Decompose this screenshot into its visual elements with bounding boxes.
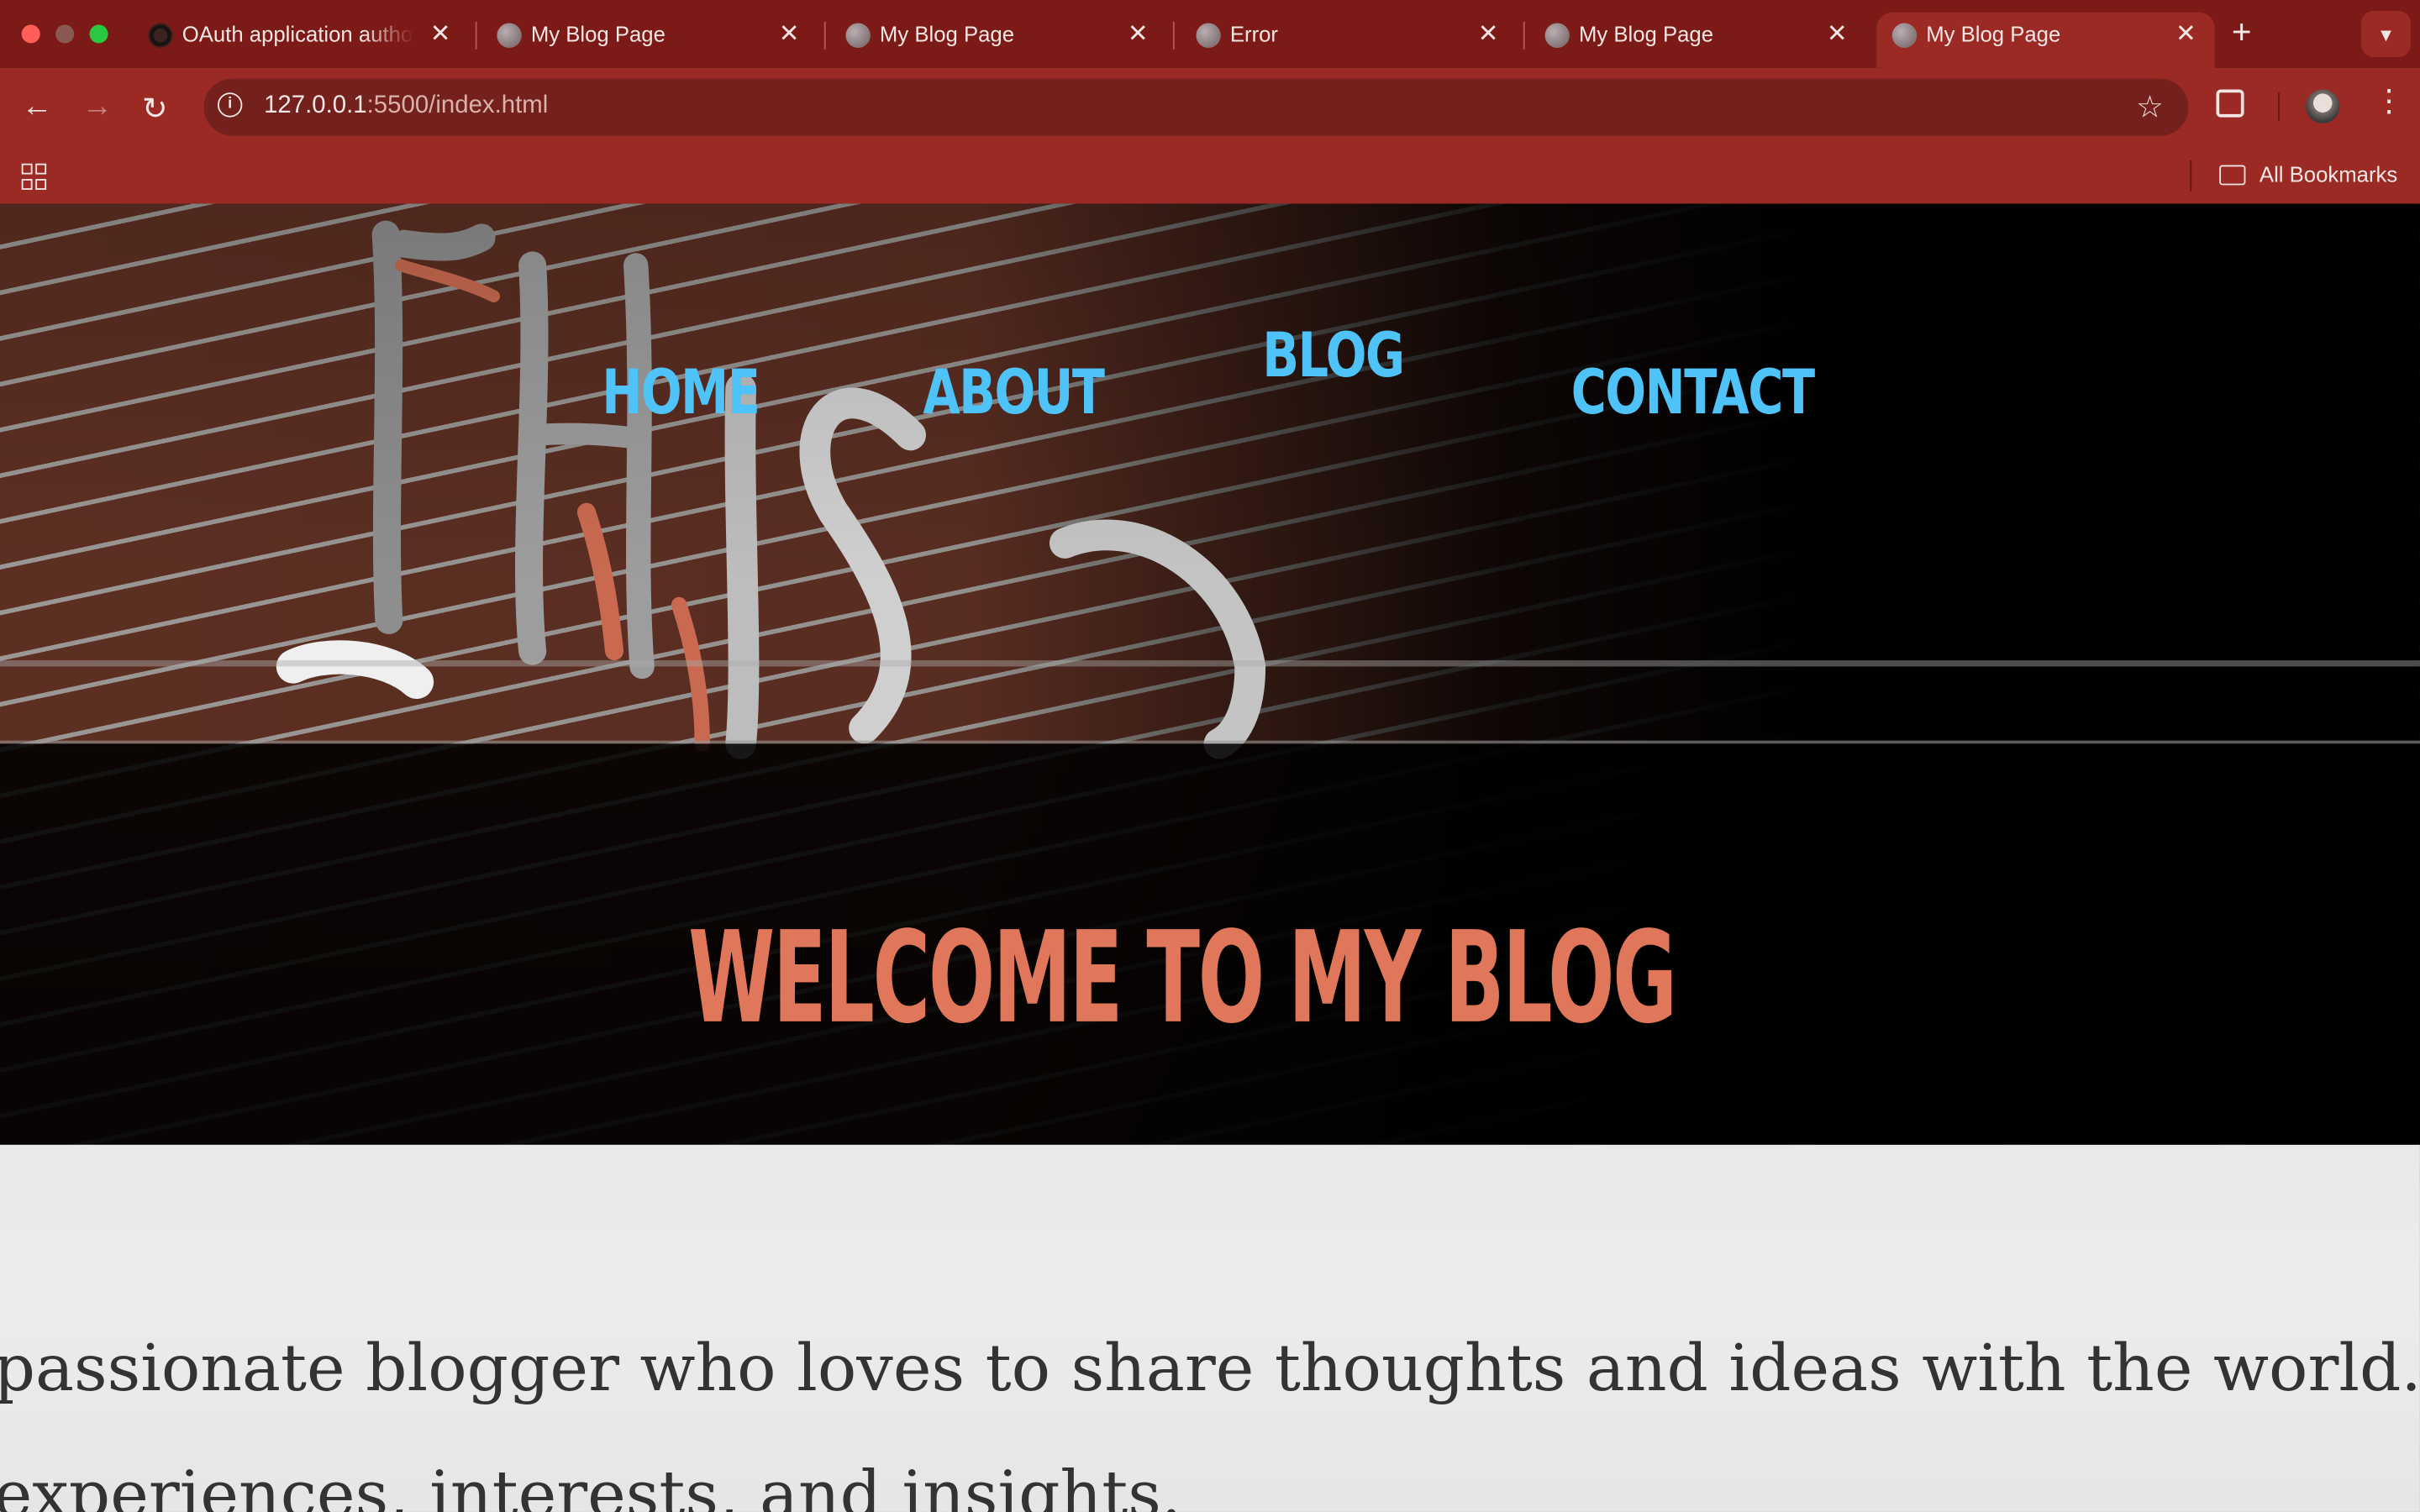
address-path: :5500/index.html bbox=[366, 92, 549, 119]
close-icon[interactable]: ✕ bbox=[779, 18, 800, 50]
tab-my-blog-page[interactable]: My Blog Page ✕ bbox=[1529, 13, 1865, 68]
close-icon[interactable]: ✕ bbox=[430, 18, 451, 50]
tab-separator bbox=[475, 21, 477, 50]
site-info-icon[interactable]: i bbox=[217, 92, 243, 118]
page-viewport: Home About Blog Contact Welcome to my bl… bbox=[0, 203, 2420, 1512]
tab-separator bbox=[823, 21, 826, 50]
tab-my-blog-page-active[interactable]: My Blog Page ✕ bbox=[1876, 12, 2215, 68]
tab-separator bbox=[1523, 21, 1525, 50]
tab-title: My Blog Page bbox=[530, 21, 666, 47]
forward-arrow-icon[interactable]: → bbox=[82, 90, 113, 125]
hero-section: Home About Blog Contact Welcome to my bl… bbox=[0, 203, 2420, 1145]
about-line: passionate blogger who loves to share th… bbox=[0, 1330, 2420, 1406]
nav-home-link[interactable]: Home bbox=[602, 358, 760, 428]
address-url[interactable]: 127.0.0.1:5500/index.html bbox=[264, 92, 548, 120]
tab-error[interactable]: Error ✕ bbox=[1181, 13, 1517, 68]
globe-icon bbox=[845, 23, 871, 48]
more-menu-icon[interactable]: ⋮ bbox=[2374, 87, 2405, 118]
tab-strip: OAuth application autho ✕ My Blog Page ✕… bbox=[0, 0, 2420, 68]
hero-divider bbox=[0, 740, 2420, 744]
tab-my-blog-page[interactable]: My Blog Page ✕ bbox=[481, 13, 818, 68]
tab-title: OAuth application autho bbox=[182, 21, 413, 47]
close-icon[interactable]: ✕ bbox=[1478, 18, 1499, 50]
nav-blog-link[interactable]: Blog bbox=[1262, 321, 1405, 391]
about-paragraph: passionate blogger who loves to share th… bbox=[0, 1305, 2420, 1512]
globe-icon bbox=[1196, 23, 1221, 48]
github-icon bbox=[148, 23, 173, 48]
tab-my-blog-page[interactable]: My Blog Page ✕ bbox=[830, 13, 1166, 68]
nav-contact-link[interactable]: Contact bbox=[1571, 358, 1815, 428]
toolbar-separator bbox=[2277, 92, 2280, 121]
hero-heading: Welcome to my blog bbox=[688, 906, 1677, 1053]
about-section: passionate blogger who loves to share th… bbox=[0, 1144, 2420, 1512]
all-bookmarks-link[interactable]: All Bookmarks bbox=[2260, 162, 2397, 186]
globe-icon bbox=[1891, 23, 1918, 48]
close-icon[interactable]: ✕ bbox=[2175, 18, 2196, 50]
reload-icon[interactable]: ↻ bbox=[142, 90, 168, 129]
browser-toolbar: ← → ↻ i 127.0.0.1:5500/index.html ☆ ⋮ Al… bbox=[0, 67, 2420, 204]
new-tab-plus-icon[interactable]: + bbox=[2232, 13, 2252, 53]
tab-oauth[interactable]: OAuth application autho ✕ bbox=[133, 13, 469, 68]
tab-title: Error bbox=[1229, 21, 1279, 47]
about-line: experiences, interests, and insights. bbox=[0, 1456, 1182, 1512]
extensions-puzzle-icon[interactable] bbox=[2216, 89, 2244, 118]
folder-icon bbox=[2219, 165, 2246, 186]
address-bar[interactable]: i 127.0.0.1:5500/index.html ☆ bbox=[203, 78, 2189, 136]
hero-divider bbox=[0, 660, 2420, 667]
bookmarks-separator bbox=[2190, 160, 2192, 192]
tab-title: My Blog Page bbox=[1578, 21, 1714, 47]
minimize-window-button[interactable] bbox=[55, 24, 75, 44]
back-arrow-icon[interactable]: ← bbox=[22, 90, 53, 125]
bookmark-star-icon[interactable]: ☆ bbox=[2136, 88, 2164, 127]
zoom-window-button[interactable] bbox=[89, 24, 108, 44]
tab-search-chevron-icon[interactable]: ▾ bbox=[2361, 10, 2411, 57]
tab-separator bbox=[1172, 21, 1175, 50]
close-icon[interactable]: ✕ bbox=[1827, 18, 1848, 50]
tab-title: My Blog Page bbox=[1926, 21, 2061, 47]
nav-about-link[interactable]: About bbox=[923, 358, 1105, 428]
profile-avatar[interactable] bbox=[2306, 89, 2340, 123]
close-icon[interactable]: ✕ bbox=[1128, 18, 1149, 50]
address-host: 127.0.0.1 bbox=[264, 92, 367, 119]
globe-icon bbox=[1544, 23, 1570, 48]
close-window-button[interactable] bbox=[21, 24, 40, 44]
tab-title: My Blog Page bbox=[879, 21, 1015, 47]
apps-grid-icon[interactable] bbox=[21, 163, 47, 190]
globe-icon bbox=[497, 23, 522, 48]
